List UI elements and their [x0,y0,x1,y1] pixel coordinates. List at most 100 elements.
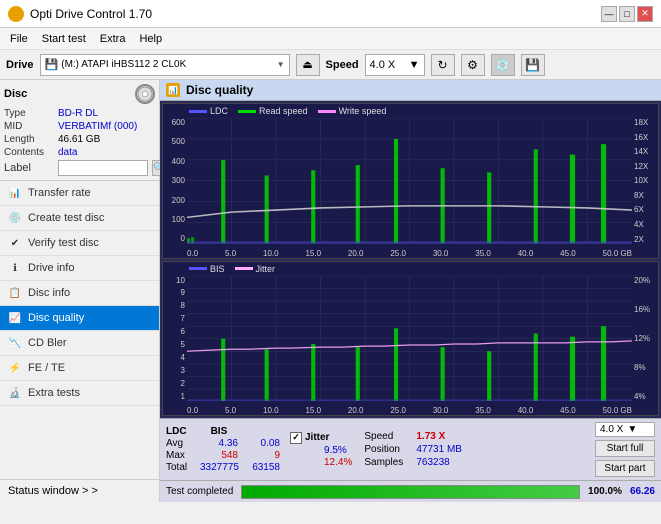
stats-row: LDC BIS Avg 4.36 0.08 Max 548 9 Total 33… [160,418,661,480]
disc-type-label: Type [4,108,54,119]
nav-fe-te[interactable]: ⚡ FE / TE [0,356,159,381]
legend-read-speed-label: Read speed [259,106,308,116]
menu-file[interactable]: File [4,31,34,47]
top-chart-y-left: 600 500 400 300 200 100 0 [163,118,187,244]
top-chart-x-axis: 0.0 5.0 10.0 15.0 20.0 25.0 30.0 35.0 40… [187,249,632,258]
start-part-button[interactable]: Start part [595,460,655,477]
nav-disc-info[interactable]: 📋 Disc info [0,281,159,306]
menu-bar: File Start test Extra Help [0,28,661,50]
nav-extra-tests-label: Extra tests [28,387,80,399]
max-row: Max 548 9 [166,450,280,461]
jitter-avg-row: 9.5% [290,445,352,456]
cd-bler-icon: 📉 [8,336,22,350]
nav-disc-info-label: Disc info [28,287,70,299]
nav-extra-tests[interactable]: 🔬 Extra tests [0,381,159,406]
drive-bar: Drive 💾 (M:) ATAPI iHBS112 2 CL0K ▼ ⏏ Sp… [0,50,661,80]
jitter-max: 12.4% [324,457,352,468]
create-test-disc-icon: 💿 [8,211,22,225]
jitter-avg: 9.5% [324,445,347,456]
top-chart: LDC Read speed Write speed 600 500 [162,103,659,259]
nav-transfer-rate[interactable]: 📊 Transfer rate [0,181,159,206]
settings-button[interactable]: ⚙ [461,54,485,76]
disc-type-value: BD-R DL [58,108,98,119]
top-chart-svg [187,118,632,244]
disc-label-input[interactable] [58,160,148,176]
drive-info-icon: ℹ [8,261,22,275]
legend-bis: BIS [189,264,225,274]
nav-cd-bler[interactable]: 📉 CD Bler [0,331,159,356]
nav-cd-bler-label: CD Bler [28,337,67,349]
jitter-checkbox[interactable]: ✓ [290,432,302,444]
close-button[interactable]: ✕ [637,6,653,22]
legend-write-speed-label: Write speed [339,106,387,116]
bis-color [189,267,207,270]
speed-selector[interactable]: 4.0 X ▼ [595,422,655,437]
speed-selector-arrow: ▼ [627,424,637,435]
disc-length-row: Length 46.61 GB [4,134,155,145]
drive-dropdown-arrow: ▼ [277,60,285,69]
top-chart-y-right: 18X 16X 14X 12X 10X 8X 6X 4X 2X [632,118,658,244]
max-label: Max [166,450,196,461]
progress-bar-row: Test completed 100.0% 66.26 [160,480,661,502]
disc-type-row: Type BD-R DL [4,108,155,119]
speed-selector-value: 4.0 X [600,424,623,435]
nav-transfer-rate-label: Transfer rate [28,187,91,199]
disc-mid-row: MID VERBATIMf (000) [4,121,155,132]
samples-row: Samples 763238 [364,457,462,468]
disc-title: Disc [4,88,27,100]
nav-drive-info-label: Drive info [28,262,74,274]
disc-header: Disc [4,84,155,104]
bottom-chart-y-left: 10 9 8 7 6 5 4 3 2 1 [163,276,187,402]
disc-mid-label: MID [4,121,54,132]
bottom-chart-x-axis: 0.0 5.0 10.0 15.0 20.0 25.0 30.0 35.0 40… [187,406,632,415]
status-window-button[interactable]: Status window > > [0,479,159,502]
speed-dropdown[interactable]: 4.0 X ▼ [365,54,425,76]
progress-percent: 100.0% [588,486,622,497]
content-title: Disc quality [186,83,253,97]
transfer-rate-icon: 📊 [8,186,22,200]
disc-label-row: Label 🔍 [4,160,155,176]
bis-max: 9 [242,450,280,461]
bottom-chart: BIS Jitter 10 9 8 7 6 5 4 [162,261,659,417]
start-full-button[interactable]: Start full [595,440,655,457]
nav-drive-info[interactable]: ℹ Drive info [0,256,159,281]
avg-row: Avg 4.36 0.08 [166,438,280,449]
legend-write-speed: Write speed [318,106,387,116]
app-icon [8,6,24,22]
bottom-chart-svg [187,276,632,402]
progress-bar-outer [241,485,580,499]
minimize-button[interactable]: — [601,6,617,22]
nav-verify-test-disc[interactable]: ✔ Verify test disc [0,231,159,256]
disc-icon-button[interactable]: 💿 [491,54,515,76]
total-row: Total 3327775 63158 [166,462,280,473]
samples-value: 763238 [416,457,449,468]
disc-panel: Disc Type BD-R DL MID VERBATIMf (000) Le… [0,80,159,181]
nav-create-test-disc[interactable]: 💿 Create test disc [0,206,159,231]
drive-icon: 💾 [45,58,59,71]
progress-value: 66.26 [630,486,655,497]
ldc-avg: 4.36 [200,438,238,449]
nav-create-test-disc-label: Create test disc [28,212,104,224]
menu-help[interactable]: Help [133,31,168,47]
menu-extra[interactable]: Extra [94,31,132,47]
jitter-max-label [290,457,320,468]
drive-name: (M:) ATAPI iHBS112 2 CL0K [61,59,273,70]
save-button[interactable]: 💾 [521,54,545,76]
maximize-button[interactable]: □ [619,6,635,22]
avg-label: Avg [166,438,196,449]
eject-button[interactable]: ⏏ [296,54,320,76]
bis-total: 63158 [242,462,280,473]
speed-stat-label: Speed [364,431,412,442]
content-icon: 📊 [166,83,180,97]
drive-dropdown[interactable]: 💾 (M:) ATAPI iHBS112 2 CL0K ▼ [40,54,290,76]
nav-disc-quality[interactable]: 📈 Disc quality [0,306,159,331]
ldc-total: 3327775 [200,462,238,473]
menu-start-test[interactable]: Start test [36,31,92,47]
samples-label: Samples [364,457,412,468]
title-bar: Opti Drive Control 1.70 — □ ✕ [0,0,661,28]
y-label-0: 0 [181,234,185,243]
jitter-max-row: 12.4% [290,457,352,468]
progress-bar-inner [242,486,579,498]
refresh-button[interactable]: ↻ [431,54,455,76]
jitter-stats: ✓ Jitter 9.5% 12.4% [290,432,352,468]
